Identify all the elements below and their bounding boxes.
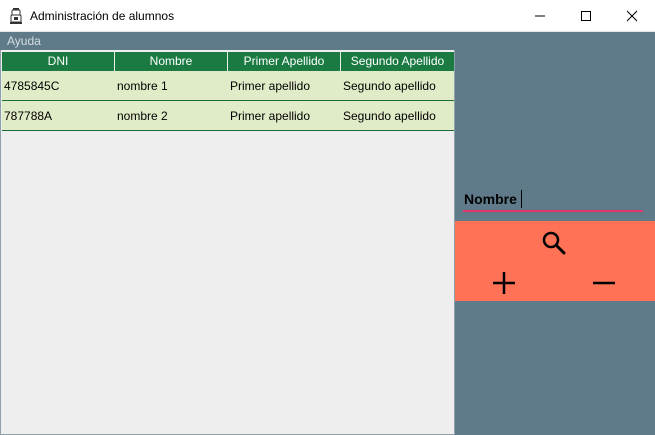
column-header-segundo-apellido[interactable]: Segundo Apellido	[341, 52, 454, 71]
students-table: DNI Nombre Primer Apellido Segundo Apell…	[0, 50, 455, 435]
table-row[interactable]: 4785845C nombre 1 Primer apellido Segund…	[2, 71, 454, 101]
maximize-button[interactable]	[563, 0, 609, 31]
table-row[interactable]: 787788A nombre 2 Primer apellido Segundo…	[2, 101, 454, 131]
cell-dni: 787788A	[4, 108, 53, 123]
action-panel	[455, 221, 655, 301]
title-bar: Administración de alumnos	[0, 0, 655, 32]
cell-primer-apellido: Primer apellido	[230, 108, 311, 123]
minus-icon	[593, 281, 615, 285]
search-icon	[542, 231, 566, 255]
column-header-primer-apellido[interactable]: Primer Apellido	[228, 52, 341, 71]
maximize-icon	[581, 10, 591, 21]
remove-button[interactable]	[585, 265, 623, 301]
cell-segundo-apellido: Segundo apellido	[343, 108, 436, 123]
column-header-dni[interactable]: DNI	[2, 52, 115, 71]
minimize-button[interactable]	[517, 0, 563, 31]
menu-item-ayuda[interactable]: Ayuda	[7, 34, 41, 48]
minimize-icon	[535, 15, 545, 16]
cell-nombre: nombre 2	[117, 108, 168, 123]
plus-icon	[493, 272, 515, 294]
cell-dni: 4785845C	[4, 78, 60, 93]
cell-segundo-apellido: Segundo apellido	[343, 78, 436, 93]
control-panel: Nombre	[455, 50, 655, 435]
search-button[interactable]	[535, 225, 573, 261]
cell-nombre: nombre 1	[117, 78, 168, 93]
text-caret	[521, 190, 522, 208]
cell-primer-apellido: Primer apellido	[230, 78, 311, 93]
column-header-nombre[interactable]: Nombre	[115, 52, 228, 71]
nombre-field-value: Nombre	[464, 191, 517, 207]
window-title: Administración de alumnos	[30, 9, 175, 23]
table-header: DNI Nombre Primer Apellido Segundo Apell…	[2, 52, 454, 71]
add-button[interactable]	[485, 265, 523, 301]
nombre-field[interactable]: Nombre	[463, 190, 643, 212]
app-icon	[9, 8, 23, 24]
close-icon	[626, 10, 638, 21]
menu-bar: Ayuda	[0, 32, 655, 50]
close-button[interactable]	[609, 0, 655, 31]
